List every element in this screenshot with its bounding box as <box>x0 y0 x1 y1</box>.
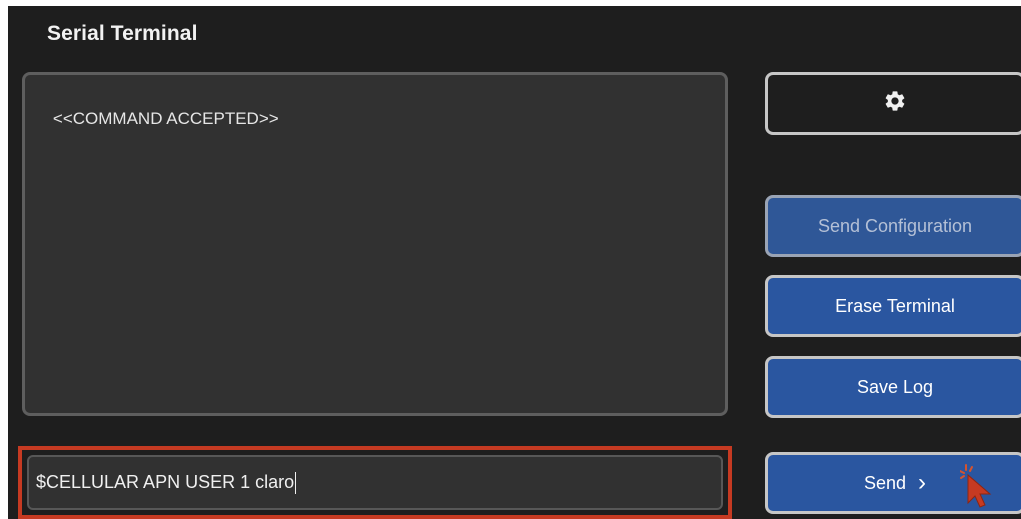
erase-terminal-label: Erase Terminal <box>835 295 955 316</box>
page-title: Serial Terminal <box>47 22 198 45</box>
send-label: Send <box>863 472 907 493</box>
chevron-right-icon: › <box>918 469 927 496</box>
erase-terminal-button[interactable]: Erase Terminal <box>765 275 1021 337</box>
gear-icon <box>883 89 907 118</box>
send-configuration-button[interactable]: Send Configuration <box>765 195 1021 257</box>
click-pointer-icon <box>960 464 992 508</box>
command-input[interactable]: $CELLULAR APN USER 1 claro <box>27 455 723 510</box>
save-log-label: Save Log <box>856 376 934 397</box>
command-input-value: $CELLULAR APN USER 1 claro <box>36 472 295 492</box>
text-caret <box>295 471 297 494</box>
command-input-highlight: $CELLULAR APN USER 1 claro <box>18 446 732 519</box>
settings-button[interactable] <box>765 72 1021 135</box>
serial-terminal-window: Serial Terminal <<COMMAND ACCEPTED>> Sen… <box>8 6 1021 519</box>
send-configuration-label: Send Configuration <box>817 215 973 236</box>
terminal-output-text: <<COMMAND ACCEPTED>> <box>52 109 279 128</box>
terminal-output[interactable]: <<COMMAND ACCEPTED>> <box>22 72 728 416</box>
save-log-button[interactable]: Save Log <box>765 356 1021 418</box>
